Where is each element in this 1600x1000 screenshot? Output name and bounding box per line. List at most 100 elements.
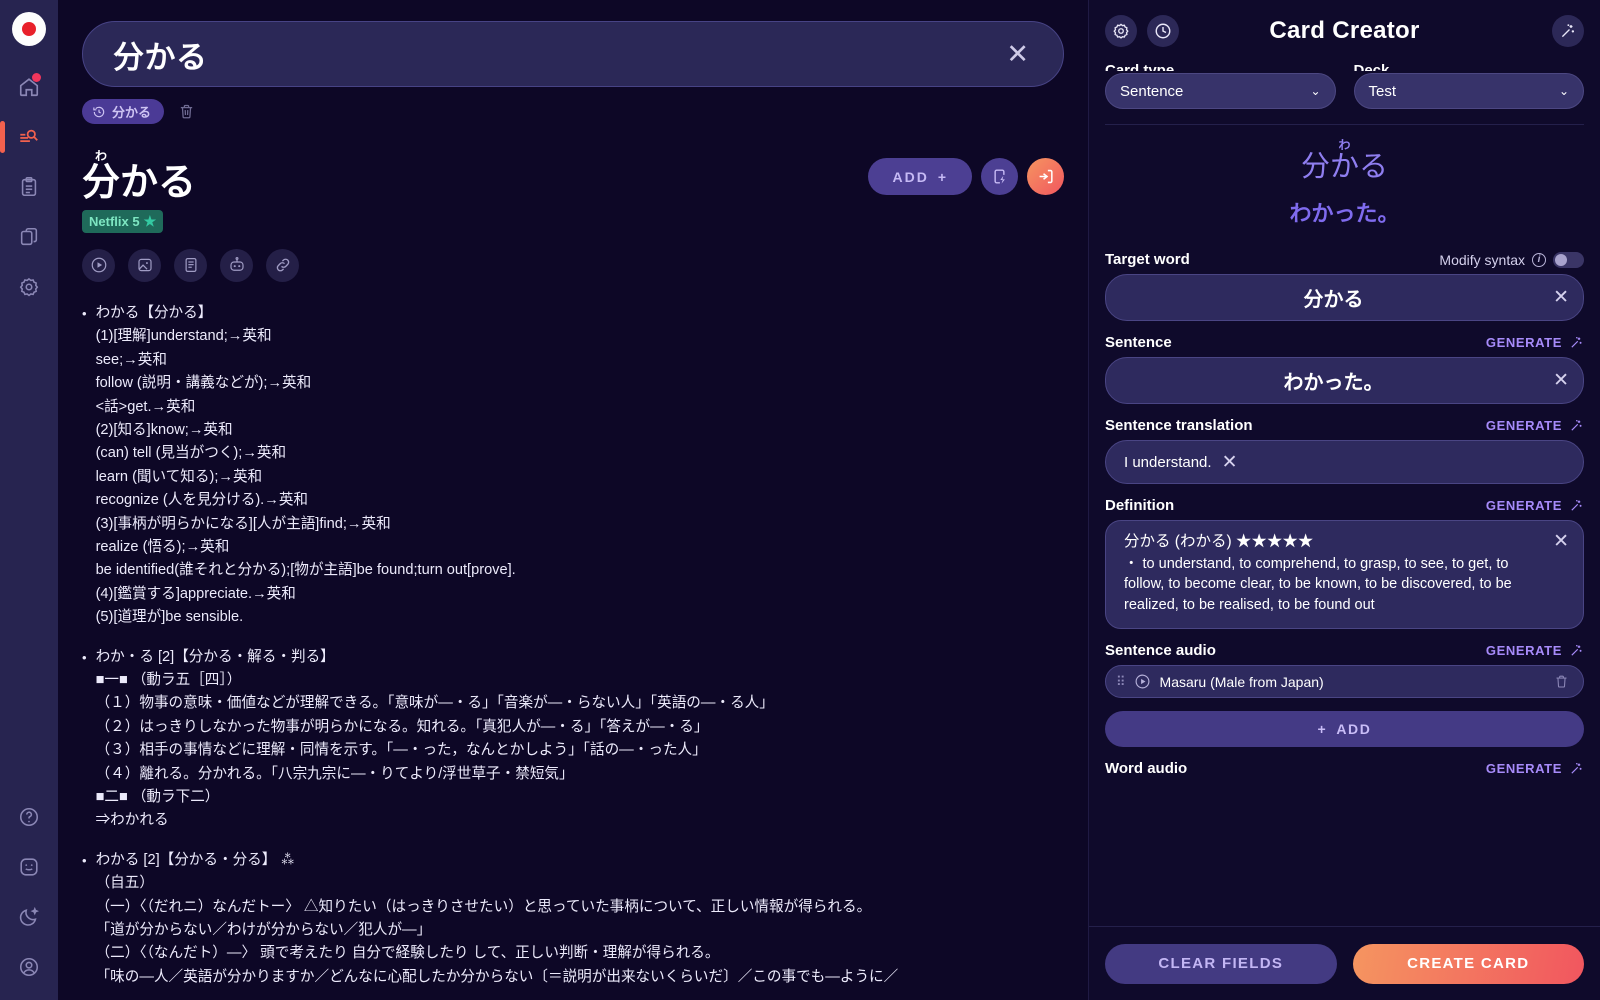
definition-input[interactable]: 分かる (わかる) ★★★★★ ・ to understand, to comp…: [1105, 520, 1584, 629]
word-audio-label: Word audio: [1105, 760, 1187, 777]
sentence-translation-generate-group[interactable]: GENERATE: [1486, 418, 1584, 433]
entry-line: (3)[事柄が明らかになる][人が主語]find;→英和: [96, 513, 1064, 536]
search-history-row: 分かる: [82, 99, 1064, 124]
sidebar-item-home[interactable]: [6, 62, 52, 112]
sidebar-item-clipboard[interactable]: [6, 162, 52, 212]
target-word-header: Target word Modify syntax i: [1105, 251, 1584, 268]
gear-icon: [18, 276, 40, 298]
sentence-generate-button[interactable]: GENERATE: [1486, 335, 1562, 350]
definition-generate-group[interactable]: GENERATE: [1486, 498, 1584, 513]
sentence-translation-input[interactable]: I understand. ✕: [1105, 440, 1584, 484]
panel-settings-button[interactable]: [1105, 15, 1137, 47]
sentence-translation-generate-button[interactable]: GENERATE: [1486, 418, 1562, 433]
entry-line: （４）離れる。分かれる。「八宗九宗に―・りてより/浮世草子・禁短気」: [96, 763, 1064, 786]
clipboard-icon: [18, 176, 40, 198]
preview-sentence: わかった。: [1105, 196, 1584, 228]
search-clear-button[interactable]: ✕: [998, 37, 1037, 72]
wand-sparkle-icon: [1569, 498, 1584, 513]
entry-line: （３）相手の事情などに理解・同情を示す。「―・った，なんとかしよう」「話の―・っ…: [96, 739, 1064, 762]
target-word-label: Target word: [1105, 251, 1190, 268]
modify-syntax-toggle[interactable]: [1553, 252, 1584, 268]
word-audio-generate-button[interactable]: GENERATE: [1486, 761, 1562, 776]
entry-line: follow (説明・講義などが);→英和: [96, 372, 1064, 395]
target-word-value: 分かる: [1124, 283, 1543, 312]
sentence-audio-generate-button[interactable]: GENERATE: [1486, 643, 1562, 658]
sentence-clear-button[interactable]: ✕: [1543, 371, 1569, 390]
app-root: 分かる ✕ 分かる: [0, 0, 1600, 1000]
sentence-audio-row[interactable]: ⠿ Masaru (Male from Japan): [1105, 665, 1584, 698]
entry-line: <話>get.→英和: [96, 396, 1064, 419]
card-creator-panel: Card Creator Card type Sentence ⌄: [1088, 0, 1600, 1000]
sentence-audio-delete-button[interactable]: [1554, 674, 1569, 689]
panel-history-button[interactable]: [1147, 15, 1179, 47]
note-lightning-button[interactable]: [981, 158, 1018, 195]
sidebar-item-help[interactable]: [6, 792, 52, 842]
play-audio-button[interactable]: [82, 249, 115, 282]
add-button-plus: +: [938, 169, 948, 185]
deck-value: Test: [1369, 83, 1559, 100]
entry-line: 「道が分からない／わけが分からない／犯人が―」: [96, 919, 1064, 942]
search-history-chip[interactable]: 分かる: [82, 99, 164, 124]
play-circle-icon[interactable]: [1134, 673, 1151, 690]
wand-sparkle-icon: [1569, 761, 1584, 776]
word-audio-generate-group[interactable]: GENERATE: [1486, 761, 1584, 776]
entry-line: (1)[理解]understand;→英和: [96, 325, 1064, 348]
sidebar-item-theme[interactable]: [6, 892, 52, 942]
sentence-audio-generate-group[interactable]: GENERATE: [1486, 643, 1584, 658]
export-card-button[interactable]: [1027, 158, 1064, 195]
entry-line: (2)[知る]know;→英和: [96, 419, 1064, 442]
links-button[interactable]: [266, 249, 299, 282]
sentence-input[interactable]: わかった。 ✕: [1105, 357, 1584, 404]
drag-grip-icon[interactable]: ⠿: [1116, 678, 1125, 686]
target-word-clear-button[interactable]: ✕: [1543, 288, 1569, 307]
clock-icon: [1154, 22, 1172, 40]
modify-syntax-label: Modify syntax: [1439, 252, 1525, 268]
card-meta-row: Card type Sentence ⌄ Deck Test ⌄: [1105, 62, 1584, 109]
sidebar-item-feedback[interactable]: [6, 842, 52, 892]
panel-magic-button[interactable]: [1552, 15, 1584, 47]
info-icon[interactable]: i: [1532, 253, 1546, 267]
sidebar-item-settings[interactable]: [6, 262, 52, 312]
dictionary-search-icon: [18, 126, 40, 148]
entry-line: （二）〈（なんだト）―〉 頭で考えたり 自分で経験したり して、正しい判断・理解…: [96, 942, 1064, 965]
sidebar-item-dictionary-search[interactable]: [6, 112, 52, 162]
add-audio-plus: +: [1318, 721, 1328, 737]
deck-select[interactable]: Test ⌄: [1354, 73, 1585, 109]
trash-icon: [178, 103, 195, 120]
search-input[interactable]: 分かる ✕: [82, 21, 1064, 87]
panel-header: Card Creator: [1089, 0, 1600, 62]
ai-assistant-button[interactable]: [220, 249, 253, 282]
sentence-generate-group[interactable]: GENERATE: [1486, 335, 1584, 350]
definition-clear-button[interactable]: ✕: [1543, 532, 1569, 551]
robot-icon: [228, 256, 246, 274]
create-card-button[interactable]: CREATE CARD: [1353, 944, 1585, 984]
cards-icon: [18, 226, 40, 248]
clear-history-button[interactable]: [178, 103, 195, 120]
home-notification-badge: [32, 73, 41, 82]
preview-ruby: わ: [1105, 139, 1584, 151]
sidebar-item-cards[interactable]: [6, 212, 52, 262]
articles-button[interactable]: [174, 249, 207, 282]
definition-generate-button[interactable]: GENERATE: [1486, 498, 1562, 513]
entry-line: realize (悟る);→英和: [96, 536, 1064, 559]
clear-fields-button[interactable]: CLEAR FIELDS: [1105, 944, 1337, 984]
sentence-audio-label: Sentence audio: [1105, 642, 1216, 659]
entry-title: わかる【分かる】: [96, 302, 1064, 325]
headword-actions: ADD +: [868, 158, 1064, 195]
images-button[interactable]: [128, 249, 161, 282]
trash-icon: [1554, 674, 1569, 689]
link-icon: [274, 256, 292, 274]
japan-flag-logo[interactable]: [12, 12, 46, 46]
card-type-select[interactable]: Sentence ⌄: [1105, 73, 1336, 109]
target-word-input[interactable]: 分かる ✕: [1105, 274, 1584, 321]
article-icon: [182, 256, 200, 274]
add-audio-button[interactable]: + ADD: [1105, 711, 1584, 747]
add-button[interactable]: ADD +: [868, 158, 972, 195]
wand-sparkle-icon: [1569, 418, 1584, 433]
sidebar-item-account[interactable]: [6, 942, 52, 992]
panel-scroll-area[interactable]: Card type Sentence ⌄ Deck Test ⌄ わ: [1089, 62, 1600, 926]
search-area: 分かる ✕ 分かる: [82, 0, 1064, 124]
deck-label: Deck: [1354, 62, 1585, 71]
user-circle-icon: [18, 956, 40, 978]
sentence-translation-clear-button[interactable]: ✕: [1212, 453, 1238, 472]
